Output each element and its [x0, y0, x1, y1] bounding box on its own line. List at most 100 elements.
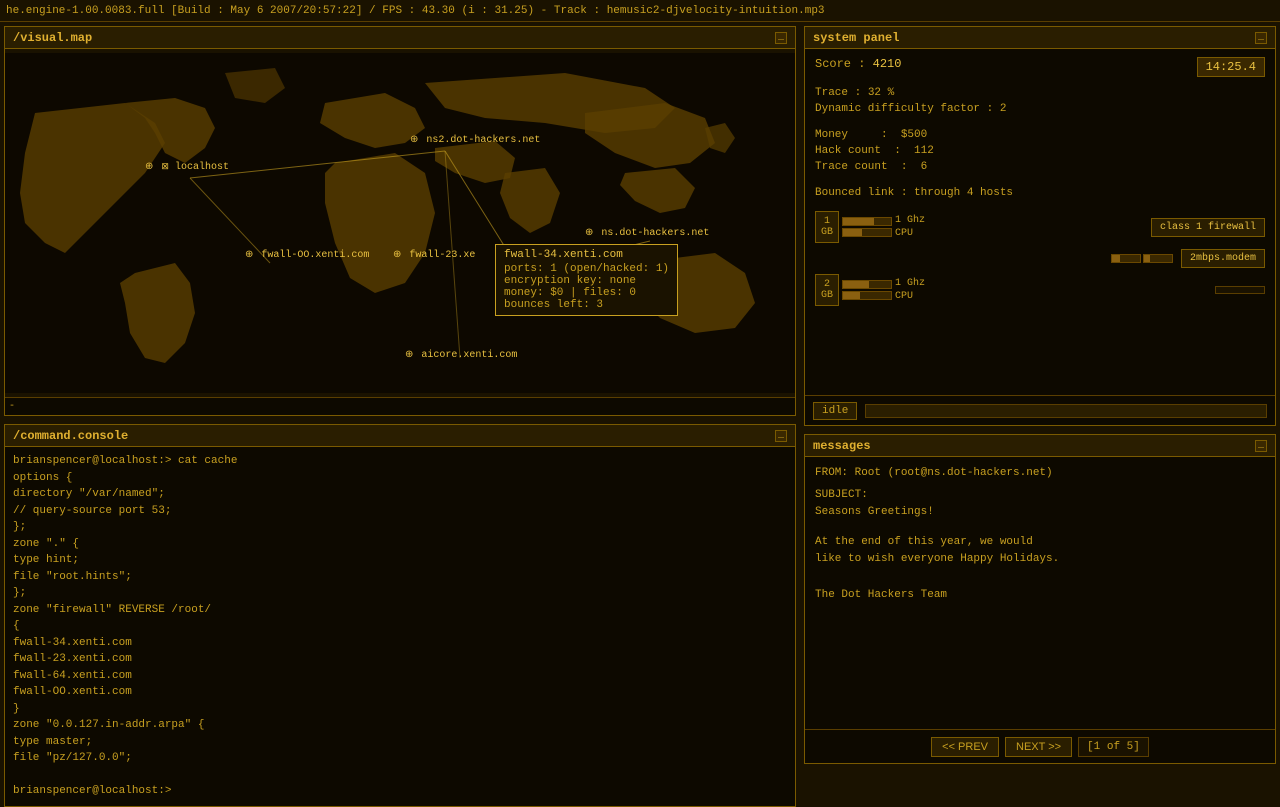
map-content: ⊠ localhost ns2.dot-hackers.net fwall-OO…	[5, 49, 795, 397]
hw-bar-3a	[842, 280, 892, 289]
status-progress-bar	[865, 404, 1267, 418]
trace-value: 32 %	[868, 87, 894, 99]
visual-map-minimize[interactable]: _	[775, 32, 787, 44]
hw-gb1-box: 1GB	[815, 211, 839, 243]
console-line-20: file "pz/127.0.0";	[13, 750, 787, 767]
hw-row-2: 2mbps.modem	[843, 249, 1265, 268]
console-minimize[interactable]: _	[775, 430, 787, 442]
node-fwall00[interactable]: fwall-OO.xenti.com	[245, 249, 369, 261]
hw-label-empty	[1215, 286, 1265, 294]
tooltip-ports: ports: 1 (open/hacked: 1)	[504, 263, 669, 275]
money-row: Money : $500	[815, 129, 1265, 141]
hw-gb2-box: 2GB	[815, 274, 839, 306]
hw-label-modem: 2mbps.modem	[1181, 249, 1265, 268]
hw-bar-1b	[842, 228, 892, 237]
prev-button[interactable]: << PREV	[931, 737, 999, 757]
page-indicator: [1 of 5]	[1078, 737, 1149, 757]
messages-panel: messages _ FROM: Root (root@ns.dot-hacke…	[804, 434, 1276, 764]
console-line-21	[13, 767, 787, 784]
score-display: Score : 4210	[815, 57, 901, 71]
console-line-11: zone "firewall" REVERSE /root/	[13, 602, 787, 619]
console-header: /command.console _	[5, 425, 795, 447]
visual-map-header: /visual.map _	[5, 27, 795, 49]
msg-subject-value: Seasons Greetings!	[815, 504, 1265, 522]
node-localhost[interactable]: ⊠ localhost	[145, 161, 229, 173]
console-line-18: zone "0.0.127.in-addr.arpa" {	[13, 717, 787, 734]
hw-bar-3b	[842, 291, 892, 300]
tooltip-encryption: encryption key: none	[504, 275, 669, 287]
msg-from: FROM: Root (root@ns.dot-hackers.net)	[815, 465, 1265, 483]
console-title: /command.console	[13, 429, 128, 443]
msg-body-1: At the end of this year, we would	[815, 534, 1265, 552]
difficulty-label: Dynamic difficulty factor :	[815, 103, 993, 115]
console-line-4: directory "/var/named";	[13, 486, 787, 503]
messages-footer: << PREV NEXT >> [1 of 5]	[805, 729, 1275, 763]
map-bottom-label: -	[9, 401, 15, 412]
bounced-label: Bounced link : through 4 hosts	[815, 187, 1013, 199]
money-value: $500	[901, 129, 927, 141]
title-bar: he.engine-1.00.0083.full [Build : May 6 …	[0, 0, 1280, 22]
tooltip-money: money: $0 | files: 0	[504, 287, 669, 299]
console-line-16: fwall-OO.xenti.com	[13, 684, 787, 701]
console-line-12: {	[13, 618, 787, 635]
score-value: 4210	[873, 57, 902, 71]
msg-subject-label: SUBJECT:	[815, 487, 1265, 505]
world-map-svg	[5, 49, 795, 397]
msg-body-3	[815, 569, 1265, 587]
title-text: he.engine-1.00.0083.full [Build : May 6 …	[6, 5, 825, 17]
hw-bar-1a	[842, 217, 892, 226]
console-line-14: fwall-23.xenti.com	[13, 651, 787, 668]
node-tooltip: fwall-34.xenti.com ports: 1 (open/hacked…	[495, 244, 678, 316]
time-display: 14:25.4	[1197, 57, 1265, 77]
trace-count-value: 6	[921, 161, 928, 173]
money-label: Money	[815, 129, 848, 141]
left-column: /visual.map _	[0, 22, 800, 768]
right-column: system panel _ Score : 4210 14:25.4 Trac…	[800, 22, 1280, 768]
node-ns-dh[interactable]: ns.dot-hackers.net	[585, 227, 709, 239]
trace-label: Trace :	[815, 87, 861, 99]
console-line-7: zone "." {	[13, 536, 787, 553]
hw-bars-1	[842, 217, 892, 237]
hw-row-3: 2GB 1 GhzCPU	[815, 274, 1265, 306]
status-bar: idle	[805, 395, 1275, 425]
console-line-15: fwall-64.xenti.com	[13, 668, 787, 685]
next-button[interactable]: NEXT >>	[1005, 737, 1072, 757]
hack-count-row: Hack count : 112	[815, 145, 1265, 157]
console-line-10: };	[13, 585, 787, 602]
messages-minimize[interactable]: _	[1255, 440, 1267, 452]
visual-map-title: /visual.map	[13, 31, 92, 45]
tooltip-bounces: bounces left: 3	[504, 299, 669, 311]
messages-header: messages _	[805, 435, 1275, 457]
hack-label: Hack count	[815, 145, 881, 157]
visual-map-panel: /visual.map _	[4, 26, 796, 416]
console-content[interactable]: brianspencer@localhost:> cat cache optio…	[5, 447, 795, 806]
messages-content: FROM: Root (root@ns.dot-hackers.net) SUB…	[805, 457, 1275, 729]
node-fwall23[interactable]: fwall-23.xe	[393, 249, 475, 261]
msg-body: At the end of this year, we would like t…	[815, 534, 1265, 604]
node-ns2[interactable]: ns2.dot-hackers.net	[410, 134, 540, 146]
hw-bar-2b	[1143, 254, 1173, 263]
trace-count-row: Trace count : 6	[815, 161, 1265, 173]
score-row: Score : 4210 14:25.4	[815, 57, 1265, 77]
bounced-row: Bounced link : through 4 hosts	[815, 187, 1265, 199]
console-line-19: type master;	[13, 734, 787, 751]
console-line-6: };	[13, 519, 787, 536]
console-line-5: // query-source port 53;	[13, 503, 787, 520]
messages-title: messages	[813, 439, 871, 453]
trace-row: Trace : 32 %	[815, 87, 1265, 99]
trace-count-label: Trace count	[815, 161, 888, 173]
status-idle-label: idle	[813, 402, 857, 420]
console-line-9: file "root.hints";	[13, 569, 787, 586]
node-aicore[interactable]: aicore.xenti.com	[405, 349, 517, 361]
system-panel-header: system panel _	[805, 27, 1275, 49]
system-panel-title: system panel	[813, 31, 899, 45]
system-panel-minimize[interactable]: _	[1255, 32, 1267, 44]
map-bottom-bar: -	[5, 397, 795, 415]
msg-signature: The Dot Hackers Team	[815, 587, 1265, 605]
console-line-8: type hint;	[13, 552, 787, 569]
hw-cpu2: 1 GhzCPU	[895, 277, 925, 303]
hack-value: 112	[914, 145, 934, 157]
main-layout: /visual.map _	[0, 22, 1280, 768]
score-label: Score :	[815, 57, 865, 71]
hw-cpu1: 1 GhzCPU	[895, 214, 925, 240]
